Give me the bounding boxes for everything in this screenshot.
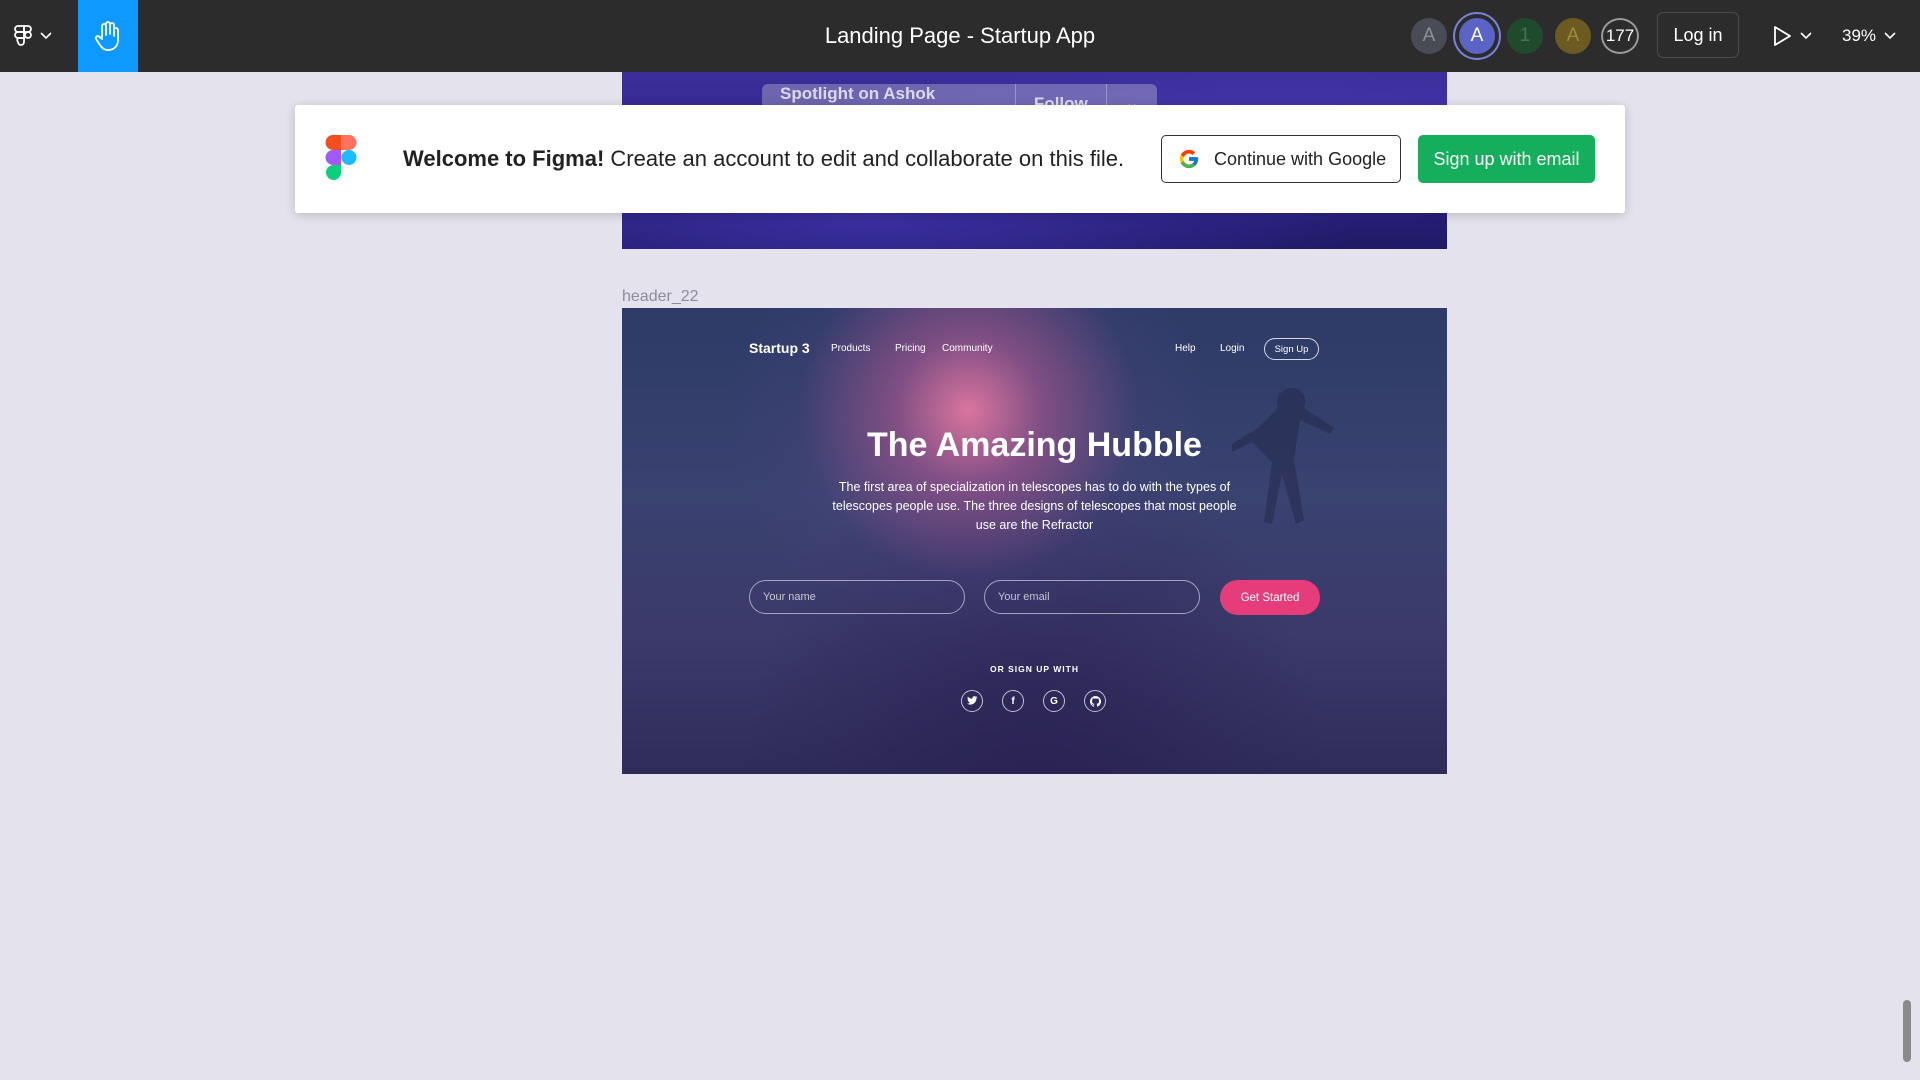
login-button[interactable]: Log in <box>1657 12 1739 58</box>
present-button[interactable] <box>1772 22 1820 50</box>
email-input[interactable]: Your email <box>984 580 1200 614</box>
collaborator-avatar[interactable]: 1 <box>1507 18 1543 54</box>
facebook-icon[interactable]: f <box>1002 690 1024 712</box>
sign-up-with-email-button[interactable]: Sign up with email <box>1418 135 1595 183</box>
welcome-message: Welcome to Figma! Create an account to e… <box>403 105 1124 213</box>
collaborator-avatar[interactable]: A <box>1555 18 1591 54</box>
brand-logo[interactable]: Startup 3 <box>749 340 810 356</box>
hero-title: The Amazing Hubble <box>867 426 1202 464</box>
welcome-banner: Welcome to Figma! Create an account to e… <box>295 105 1625 213</box>
chevron-down-icon <box>1800 32 1812 40</box>
get-started-button[interactable]: Get Started <box>1220 580 1320 615</box>
welcome-title: Welcome to Figma! <box>403 146 605 171</box>
twitter-icon[interactable] <box>961 690 983 712</box>
nav-help[interactable]: Help <box>1175 343 1196 354</box>
nav-login[interactable]: Login <box>1220 343 1244 354</box>
figma-logo-icon <box>325 135 357 180</box>
nav-products[interactable]: Products <box>831 343 870 354</box>
name-input[interactable]: Your name <box>749 580 965 614</box>
design-canvas[interactable]: Spotlight on Ashok Tatikonda Follow ⌄ he… <box>0 72 1920 1080</box>
hand-icon <box>94 21 119 51</box>
hand-tool-button[interactable] <box>78 0 138 72</box>
zoom-dropdown[interactable]: 39% <box>1842 22 1896 50</box>
nav-pricing[interactable]: Pricing <box>895 343 926 354</box>
chevron-down-icon <box>1884 32 1896 40</box>
collaborator-avatar-active[interactable]: A <box>1459 18 1495 54</box>
viewer-count-badge[interactable]: 177 <box>1601 18 1639 54</box>
collaborator-avatar[interactable]: A <box>1411 18 1447 54</box>
welcome-subtitle: Create an account to edit and collaborat… <box>604 146 1125 171</box>
google-icon[interactable]: G <box>1043 690 1065 712</box>
figure-silhouette <box>1232 388 1334 524</box>
github-icon[interactable] <box>1084 690 1106 712</box>
vertical-scrollbar[interactable] <box>1903 1000 1911 1062</box>
frame-header-22[interactable]: Startup 3 Products Pricing Community Hel… <box>622 308 1447 774</box>
play-icon <box>1774 26 1791 46</box>
or-signup-text: OR SIGN UP WITH <box>990 664 1079 674</box>
zoom-level: 39% <box>1842 26 1877 45</box>
figma-menu-icon <box>14 25 32 46</box>
nav-community[interactable]: Community <box>942 343 993 354</box>
google-button-label: Continue with Google <box>1214 148 1387 169</box>
top-toolbar: Landing Page - Startup App A A 1 A 177 L… <box>0 0 1920 72</box>
google-logo-icon <box>1179 149 1199 169</box>
hero-navbar: Startup 3 Products Pricing Community Hel… <box>749 338 1319 362</box>
chevron-down-icon <box>40 32 52 40</box>
main-menu-button[interactable] <box>14 18 64 54</box>
nav-signup-button[interactable]: Sign Up <box>1264 338 1319 360</box>
continue-with-google-button[interactable]: Continue with Google <box>1161 135 1401 183</box>
frame-label[interactable]: header_22 <box>622 288 699 306</box>
hero-description: The first area of specialization in tele… <box>832 480 1237 532</box>
